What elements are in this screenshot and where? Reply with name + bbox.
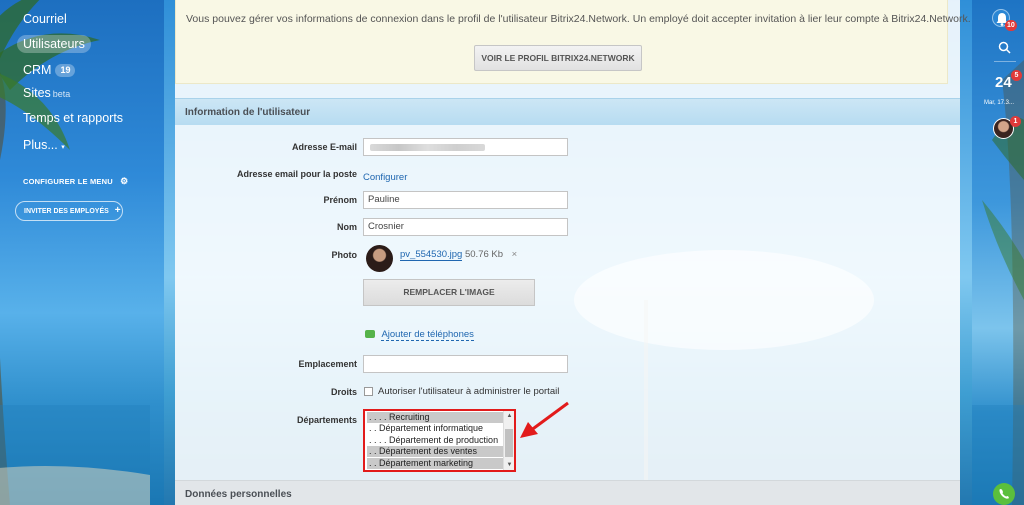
- department-option[interactable]: . . Département des ventes: [367, 446, 505, 457]
- phone-call-icon[interactable]: [993, 483, 1015, 505]
- sidebar-item-label: Plus...: [23, 138, 58, 152]
- date-text: Mar, 17.3...: [984, 100, 1015, 106]
- add-phones-row: Ajouter de téléphones: [365, 324, 474, 342]
- sidebar-item-temps-et-rapports[interactable]: Temps et rapports: [17, 109, 129, 127]
- department-option[interactable]: . . Département informatique: [367, 423, 505, 434]
- departments-listbox[interactable]: . . . . Recruiting . . Département infor…: [363, 409, 516, 472]
- configure-menu-link[interactable]: CONFIGURER LE MENU ⚙: [23, 176, 128, 187]
- admin-rights-label: Autoriser l'utilisateur à administrer le…: [378, 386, 560, 397]
- sidebar-item-label: Temps et rapports: [23, 111, 124, 125]
- chevron-down-icon: ▾: [61, 144, 65, 151]
- calendar-day-icon[interactable]: 24: [995, 74, 1012, 91]
- email-label: Adresse E-mail: [291, 142, 357, 152]
- listbox-scrollbar[interactable]: ▲ ▼: [503, 411, 514, 470]
- notice-text: Vous pouvez gérer vos informations de co…: [186, 13, 971, 25]
- sidebar-item-label: Sites: [23, 86, 51, 100]
- beta-tag: beta: [52, 89, 71, 99]
- crm-count-badge: 19: [55, 64, 76, 77]
- invite-employees-button[interactable]: INVITER DES EMPLOYÉS +: [15, 201, 123, 221]
- department-option[interactable]: . . . . Département de production: [367, 435, 505, 446]
- remove-photo-icon[interactable]: ×: [512, 249, 518, 260]
- scroll-down-icon[interactable]: ▼: [504, 460, 514, 470]
- lastname-field[interactable]: Crosnier: [363, 218, 568, 236]
- phone-icon: [365, 330, 375, 338]
- mail-label: Adresse email pour la poste: [236, 169, 357, 179]
- rights-label: Droits: [330, 387, 357, 397]
- email-field[interactable]: [363, 138, 568, 156]
- section-header-user-info: Information de l'utilisateur: [175, 98, 960, 125]
- view-network-profile-button[interactable]: VOIR LE PROFIL BITRIX24.NETWORK: [474, 45, 642, 71]
- right-rail: 10 24 5 Mar, 17.3... 1: [972, 0, 1024, 505]
- sidebar-item-label: Courriel: [23, 12, 67, 26]
- search-icon[interactable]: [998, 41, 1011, 57]
- departments-label: Départements: [296, 415, 357, 425]
- gear-icon: ⚙: [120, 176, 129, 186]
- department-option[interactable]: . . . . Recruiting: [367, 412, 505, 423]
- configure-mail-wrapper: Configurer: [363, 167, 407, 185]
- notifications-badge: 10: [1005, 20, 1017, 31]
- red-arrow-annotation-icon: [520, 401, 569, 438]
- sidebar-item-courriel[interactable]: Courriel: [17, 10, 73, 28]
- sidebar-item-label: CRM: [23, 63, 52, 77]
- firstname-field[interactable]: Pauline: [363, 191, 568, 209]
- lastname-label: Nom: [337, 222, 357, 232]
- sidebar-item-crm[interactable]: CRM 19: [17, 61, 81, 79]
- photo-file-row: pv_554530.jpg 50.76 Kb ×: [400, 249, 518, 261]
- avatar-badge: 1: [1010, 116, 1021, 127]
- photo-label: Photo: [331, 250, 358, 260]
- section-header-personal-data: Données personnelles: [175, 480, 960, 505]
- sidebar-item-sites[interactable]: Sites beta: [17, 84, 76, 102]
- admin-rights-checkbox[interactable]: [364, 387, 373, 396]
- add-phones-link[interactable]: Ajouter de téléphones: [381, 329, 474, 341]
- sidebar-item-utilisateurs[interactable]: Utilisateurs: [17, 35, 91, 53]
- invite-employees-label: INVITER DES EMPLOYÉS: [24, 208, 109, 215]
- firstname-label: Prénom: [323, 195, 357, 205]
- photo-file-link[interactable]: pv_554530.jpg: [400, 249, 463, 261]
- replace-image-button[interactable]: REMPLACER L'IMAGE: [363, 279, 535, 306]
- photo-size: 50.76 Kb: [464, 249, 504, 260]
- left-sidebar: Courriel Utilisateurs CRM 19 Sites beta Te…: [0, 0, 164, 505]
- sidebar-item-label: Utilisateurs: [23, 37, 85, 51]
- sidebar-item-plus[interactable]: Plus... ▾: [17, 136, 71, 154]
- plus-icon: +: [114, 205, 121, 216]
- calendar-badge: 5: [1011, 70, 1022, 81]
- network-notice: Vous pouvez gérer vos informations de co…: [175, 0, 971, 84]
- avatar: [366, 245, 393, 272]
- configure-menu-label: CONFIGURER LE MENU: [23, 177, 113, 186]
- scroll-thumb[interactable]: [505, 429, 513, 457]
- department-option[interactable]: . . Département marketing: [367, 458, 505, 469]
- configure-mail-link[interactable]: Configurer: [363, 172, 407, 183]
- blurred-email-value: [370, 144, 485, 151]
- location-label: Emplacement: [298, 359, 357, 369]
- scroll-up-icon[interactable]: ▲: [504, 411, 514, 421]
- location-field[interactable]: [363, 355, 568, 373]
